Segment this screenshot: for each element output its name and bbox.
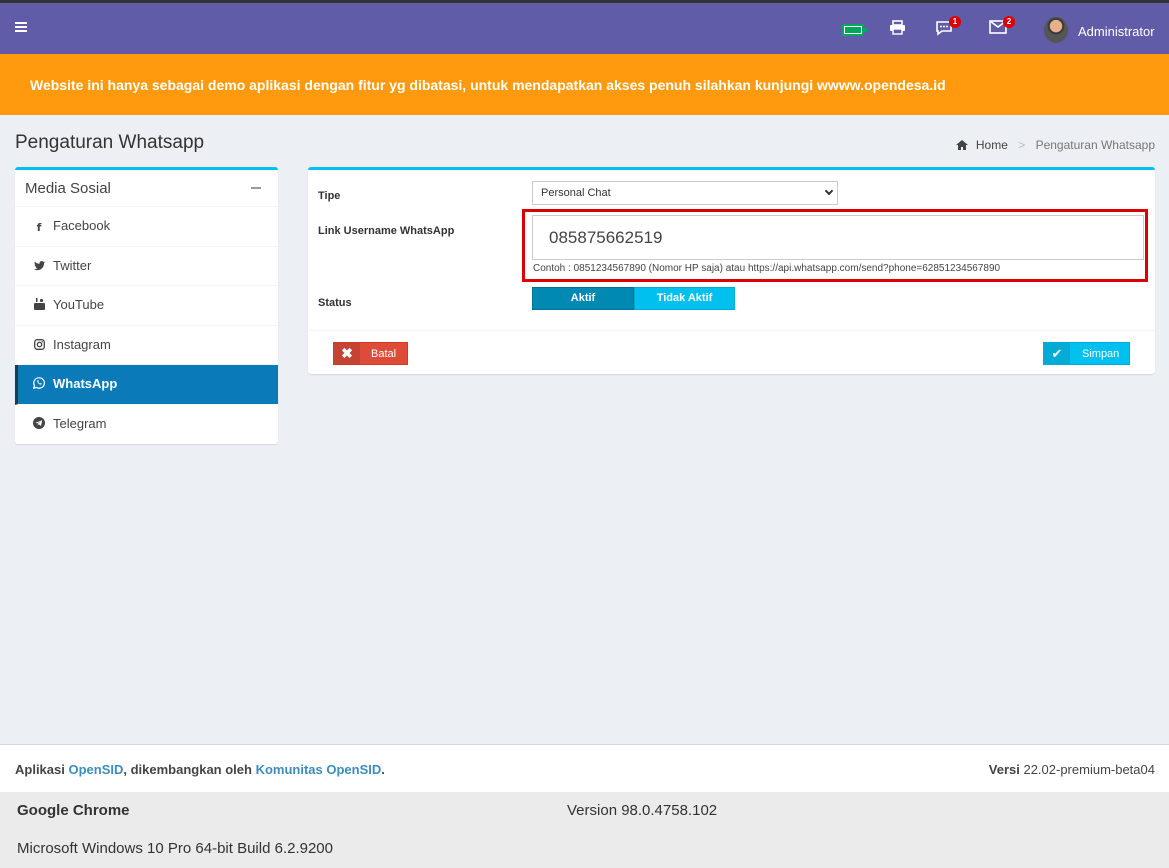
form-divider xyxy=(308,330,1155,331)
avatar[interactable] xyxy=(1044,17,1068,43)
tipe-selected-value: Personal Chat xyxy=(541,187,611,199)
sidebar-item-label: WhatsApp xyxy=(53,376,118,392)
sidebar-item-label: Telegram xyxy=(53,415,107,431)
page-title: Pengaturan Whatsapp xyxy=(15,132,205,153)
twitter-icon xyxy=(33,260,45,273)
battery-icon[interactable] xyxy=(842,24,867,36)
link-username-label: Link Username WhatsApp xyxy=(318,225,455,237)
facebook-icon: f xyxy=(36,221,42,234)
cancel-button-label: Batal xyxy=(371,348,397,360)
close-icon: ✖ xyxy=(334,343,360,364)
version-label: Versi xyxy=(988,762,1020,777)
app-footer: Aplikasi OpenSID, dikembangkan oleh Komu… xyxy=(0,744,1169,792)
status-inactive-button[interactable]: Tidak Aktif xyxy=(634,287,735,310)
user-name[interactable]: Administrator xyxy=(1078,24,1155,39)
cancel-button[interactable]: ✖ Batal xyxy=(333,342,408,365)
footer-suffix: . xyxy=(381,762,385,777)
tipe-label: Tipe xyxy=(318,190,341,202)
browser-name: Google Chrome xyxy=(17,802,130,819)
sidebar-item-label: Facebook xyxy=(53,218,111,233)
media-sosial-panel: Media Sosial f Facebook Twitter YouTube I… xyxy=(15,167,278,444)
version-value: 22.02-premium-beta04 xyxy=(1019,762,1155,777)
footer-middle: , dikembangkan oleh xyxy=(123,762,256,777)
sidebar-item-label: Instagram xyxy=(53,336,111,352)
breadcrumb: Home > Pengaturan Whatsapp xyxy=(955,138,1155,152)
tipe-select[interactable]: Personal Chat xyxy=(532,181,838,205)
sidebar-item-label: YouTube xyxy=(53,297,105,313)
mail-icon[interactable]: 2 xyxy=(989,16,1015,37)
status-active-button[interactable]: Aktif xyxy=(532,287,634,310)
footer-prefix: Aplikasi xyxy=(15,762,69,777)
browser-version: Version 98.0.4758.102 xyxy=(567,802,718,819)
whatsapp-settings-form: Tipe Personal Chat Link Username WhatsAp… xyxy=(308,167,1155,374)
breadcrumb-current: Pengaturan Whatsapp xyxy=(1035,138,1155,152)
panel-title: Media Sosial xyxy=(25,180,111,197)
sidebar-item-whatsapp[interactable]: WhatsApp xyxy=(15,365,278,405)
demo-banner: Website ini hanya sebagai demo aplikasi … xyxy=(0,54,1169,115)
home-icon[interactable] xyxy=(955,138,971,152)
whatsapp-icon xyxy=(32,377,45,390)
sidebar-item-twitter[interactable]: Twitter xyxy=(15,247,278,287)
mail-badge: 2 xyxy=(1003,16,1015,28)
system-info: Google Chrome Version 98.0.4758.102 Micr… xyxy=(0,792,1169,868)
save-button[interactable]: ✔ Simpan xyxy=(1043,342,1130,365)
os-info: Microsoft Windows 10 Pro 64-bit Build 6.… xyxy=(17,840,333,857)
komunitas-opensid-link[interactable]: Komunitas OpenSID xyxy=(256,762,382,777)
chat-badge: 1 xyxy=(949,16,961,28)
collapse-icon[interactable] xyxy=(251,187,261,189)
sidebar-item-label: Twitter xyxy=(53,257,92,273)
print-icon[interactable] xyxy=(889,20,906,38)
sidebar-item-instagram[interactable]: Instagram xyxy=(15,326,278,366)
chevron-down-icon xyxy=(824,186,834,196)
sidebar-item-youtube[interactable]: YouTube xyxy=(15,286,278,326)
instagram-icon xyxy=(33,338,45,351)
link-hint-text: Contoh : 0851234567890 (Nomor HP saja) a… xyxy=(533,263,1001,274)
telegram-icon xyxy=(33,416,45,429)
status-label: Status xyxy=(318,297,352,309)
top-navbar: 1 2 Administrator xyxy=(0,0,1169,54)
chat-icon[interactable]: 1 xyxy=(935,16,961,39)
breadcrumb-home-link[interactable]: Home xyxy=(976,138,1008,152)
sidebar-item-facebook[interactable]: f Facebook xyxy=(15,207,278,247)
check-icon: ✔ xyxy=(1044,343,1070,364)
breadcrumb-separator: > xyxy=(1018,138,1026,152)
youtube-icon xyxy=(33,298,45,311)
panel-header: Media Sosial xyxy=(15,170,278,207)
footer-credits: Aplikasi OpenSID, dikembangkan oleh Komu… xyxy=(15,762,385,777)
whatsapp-link-input[interactable]: 085875662519 xyxy=(532,215,1144,260)
opensid-link[interactable]: OpenSID xyxy=(68,762,123,777)
sidebar-item-telegram[interactable]: Telegram xyxy=(15,405,278,445)
save-button-label: Simpan xyxy=(1082,348,1120,360)
menu-toggle-icon[interactable] xyxy=(15,22,27,34)
footer-version: Versi 22.02-premium-beta04 xyxy=(989,762,1155,777)
